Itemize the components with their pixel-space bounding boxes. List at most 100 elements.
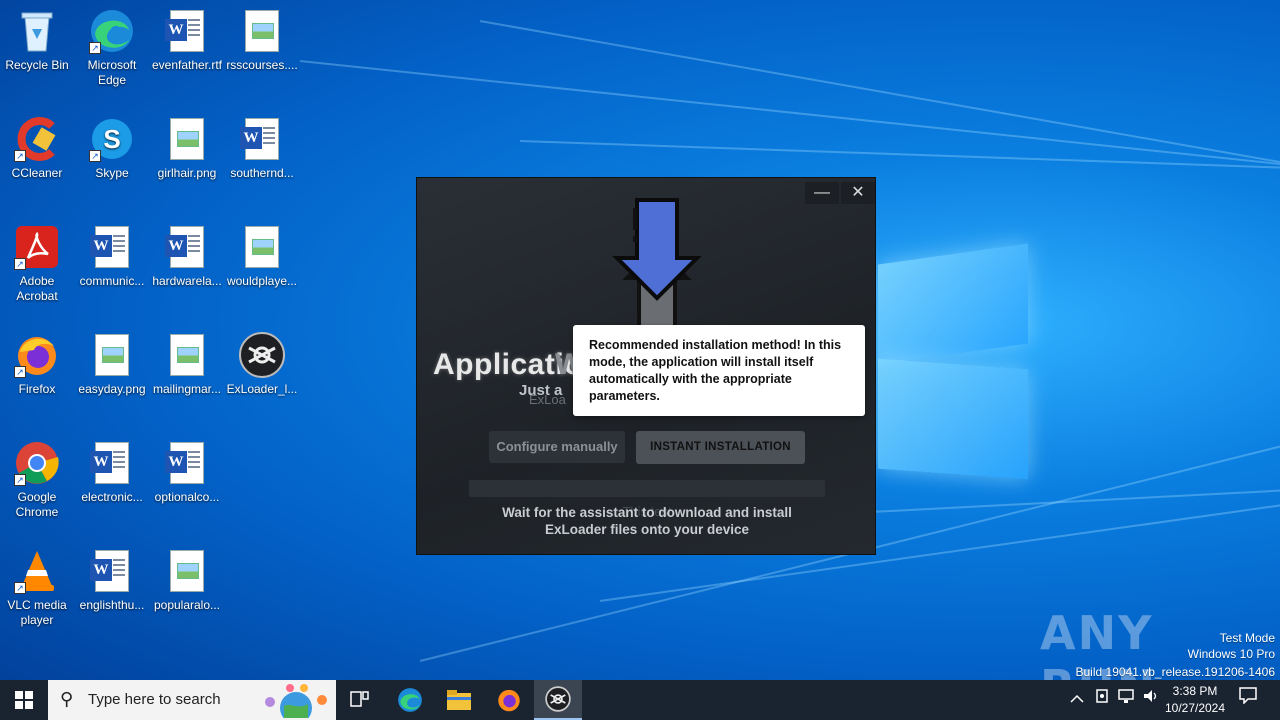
desktop-icon-label: rsscourses.... xyxy=(226,58,298,72)
test-mode-label: Test Mode xyxy=(1219,631,1275,645)
configure-manually-button[interactable]: Configure manually xyxy=(489,431,625,463)
desktop-icon-edge[interactable]: ↗ Microsoft Edge xyxy=(75,8,149,88)
taskbar-edge[interactable] xyxy=(386,680,434,720)
dialog-subtitle: Just a xyxy=(519,382,563,399)
desktop-icon-label: evenfather.rtf xyxy=(151,58,223,72)
word-document-icon: W xyxy=(89,224,135,270)
desktop-icon-evenfather[interactable]: W evenfather.rtf xyxy=(150,8,224,73)
search-icon: ⚲ xyxy=(60,689,74,709)
desktop-icon-label: Microsoft Edge xyxy=(87,58,137,87)
acrobat-icon: ↗ xyxy=(14,224,60,270)
desktop-icon-exloader[interactable]: ExLoader_l... xyxy=(225,332,299,397)
show-hidden-icons[interactable] xyxy=(1070,680,1084,720)
download-arrow-icon xyxy=(597,198,717,340)
desktop-icon-label: Adobe Acrobat xyxy=(16,274,58,303)
desktop-icon-girlhair[interactable]: girlhair.png xyxy=(150,116,224,181)
edge-icon: ↗ xyxy=(89,8,135,54)
firefox-icon xyxy=(498,689,520,712)
desktop-icon-label: southernd... xyxy=(230,166,294,180)
desktop-icon-label: popularalo... xyxy=(153,598,221,612)
recommended-tooltip: Recommended installation method! In this… xyxy=(573,325,865,416)
network-glyph-icon xyxy=(1118,689,1134,703)
windows-edition-label: Windows 10 Pro xyxy=(1187,647,1275,661)
ccleaner-icon: ↗ xyxy=(14,116,60,162)
exloader-icon xyxy=(545,686,571,712)
desktop-icon-label: wouldplaye... xyxy=(226,274,298,288)
desktop-icon-popularalo[interactable]: popularalo... xyxy=(150,548,224,613)
clock[interactable]: 3:38 PM 10/27/2024 xyxy=(1160,683,1230,717)
desktop-icon-communic[interactable]: W communic... xyxy=(75,224,149,289)
desktop-icon-southernd[interactable]: W southernd... xyxy=(225,116,299,181)
network-icon[interactable] xyxy=(1118,680,1136,720)
recycle-bin-icon xyxy=(14,8,60,54)
desktop-icon-label: optionalco... xyxy=(154,490,220,504)
desktop-icon-optionalco[interactable]: W optionalco... xyxy=(150,440,224,505)
volume-icon[interactable] xyxy=(1142,680,1160,720)
desktop-icon-label: mailingmar... xyxy=(152,382,222,396)
desktop-icon-label: girlhair.png xyxy=(157,166,217,180)
wait-message: Wait for the assistant to download and i… xyxy=(502,505,792,537)
clock-time: 3:38 PM xyxy=(1172,684,1218,698)
taskbar-file-explorer[interactable] xyxy=(435,680,483,720)
desktop-icon-firefox[interactable]: ↗ Firefox xyxy=(0,332,74,397)
windows-icon xyxy=(15,691,33,709)
clock-date: 10/27/2024 xyxy=(1164,701,1226,715)
desktop-icon-label: Skype xyxy=(95,166,129,180)
firefox-icon: ↗ xyxy=(14,332,60,378)
desktop-icon-chrome[interactable]: ↗ Google Chrome xyxy=(0,440,74,520)
desktop-icon-englishthu[interactable]: W englishthu... xyxy=(75,548,149,613)
minimize-button[interactable]: — xyxy=(805,182,839,204)
progress-bar xyxy=(469,480,825,497)
tray-device-icon[interactable] xyxy=(1094,680,1110,720)
desktop-icon-label: ExLoader_l... xyxy=(226,382,298,396)
word-document-icon: W xyxy=(239,116,285,162)
desktop-icon-electronic[interactable]: W electronic... xyxy=(75,440,149,505)
skype-icon: S ↗ xyxy=(89,116,135,162)
desktop-icon-hardwarela[interactable]: W hardwarela... xyxy=(150,224,224,289)
taskbar-firefox[interactable] xyxy=(485,680,533,720)
search-placeholder: Type here to search xyxy=(88,691,221,708)
desktop-icon-label: englishthu... xyxy=(79,598,145,612)
desktop-icon-label: Google Chrome xyxy=(15,490,59,519)
desktop-icon-label: hardwarela... xyxy=(152,274,222,288)
word-document-icon: W xyxy=(164,8,210,54)
desktop-icon-label: Firefox xyxy=(18,382,56,396)
notification-center-button[interactable] xyxy=(1238,680,1258,720)
desktop-icon-ccleaner[interactable]: ↗ CCleaner xyxy=(0,116,74,181)
desktop-icon-vlc[interactable]: ↗ VLC media player xyxy=(0,548,74,628)
desktop-icon-adobe-acrobat[interactable]: ↗ Adobe Acrobat xyxy=(0,224,74,304)
word-document-icon: W xyxy=(164,224,210,270)
desktop-icon-mailingmar[interactable]: mailingmar... xyxy=(150,332,224,397)
taskbar: ⚲ Type here to search 3:38 PM 10/27/2024 xyxy=(0,680,1280,720)
desktop-icon-wouldplaye[interactable]: wouldplaye... xyxy=(225,224,299,289)
desktop-icon-skype[interactable]: S ↗ Skype xyxy=(75,116,149,181)
edge-icon xyxy=(398,688,422,712)
instant-installation-button[interactable]: INSTANT INSTALLATION xyxy=(636,431,805,464)
windows-logo xyxy=(860,240,1030,480)
desktop-icon-easyday[interactable]: easyday.png xyxy=(75,332,149,397)
word-document-icon: W xyxy=(164,440,210,486)
desktop-icon-recycle-bin[interactable]: Recycle Bin xyxy=(0,8,74,73)
close-button[interactable]: ✕ xyxy=(841,182,875,204)
speaker-icon xyxy=(1144,690,1157,702)
task-view-icon xyxy=(350,691,369,707)
image-file-icon xyxy=(89,332,135,378)
image-file-icon xyxy=(164,116,210,162)
image-file-icon xyxy=(164,548,210,594)
taskbar-exloader[interactable] xyxy=(534,680,582,720)
desktop-icon-label: communic... xyxy=(79,274,145,288)
vlc-icon: ↗ xyxy=(14,548,60,594)
desktop-icon-label: electronic... xyxy=(81,490,143,504)
start-button[interactable] xyxy=(0,680,48,720)
desktop-icon-label: VLC media player xyxy=(7,598,67,627)
task-view-button[interactable] xyxy=(336,680,384,720)
image-file-icon xyxy=(239,224,285,270)
word-document-icon: W xyxy=(89,548,135,594)
chrome-icon: ↗ xyxy=(14,440,60,486)
image-file-icon xyxy=(164,332,210,378)
desktop-icon-rsscourses[interactable]: rsscourses.... xyxy=(225,8,299,73)
search-highlight-icon xyxy=(260,682,334,720)
desktop-icon-label: CCleaner xyxy=(11,166,63,180)
search-box[interactable]: ⚲ Type here to search xyxy=(48,680,336,720)
word-document-icon: W xyxy=(89,440,135,486)
